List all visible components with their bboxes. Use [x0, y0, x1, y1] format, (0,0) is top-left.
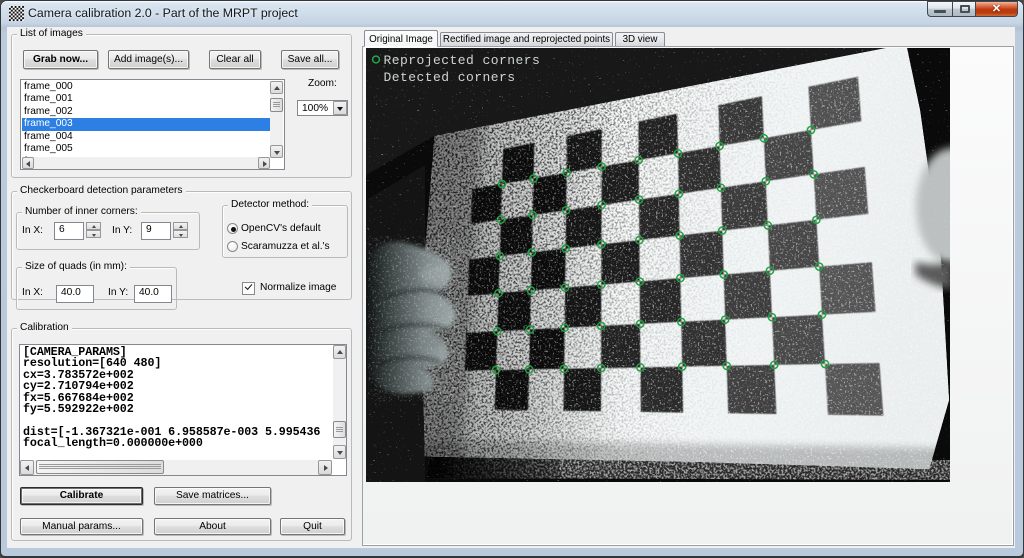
svg-text:Detected corners: Detected corners	[384, 70, 516, 85]
svg-text:Reprojected corners: Reprojected corners	[384, 53, 541, 68]
